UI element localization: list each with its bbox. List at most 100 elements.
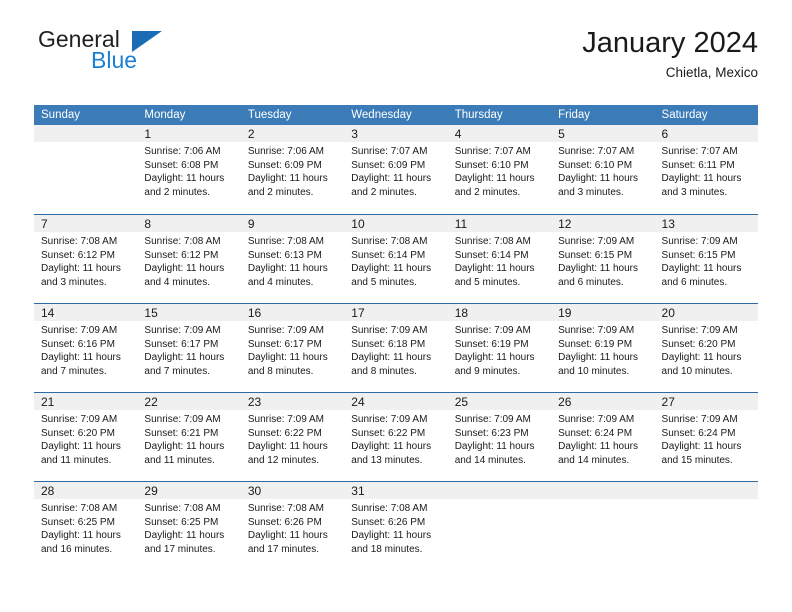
calendar-day-cell[interactable]: 31 Sunrise: 7:08 AM Sunset: 6:26 PM Dayligh… <box>344 482 448 570</box>
calendar-day-cell[interactable]: 18 Sunrise: 7:09 AM Sunset: 6:19 PM Dayligh… <box>447 304 552 392</box>
day-number: 10 <box>351 217 365 231</box>
calendar-day-cell[interactable]: 30 Sunrise: 7:08 AM Sunset: 6:26 PM Dayligh… <box>240 482 345 570</box>
daylight-text: Daylight: 11 hours and 10 minutes. <box>558 352 638 377</box>
day-details: Sunrise: 7:08 AM Sunset: 6:25 PM Daylight:… <box>137 499 240 556</box>
calendar-day-cell[interactable]: 28 Sunrise: 7:08 AM Sunset: 6:25 PM Dayligh… <box>34 482 138 570</box>
sunrise-text: Sunrise: 7:09 AM <box>558 414 635 425</box>
day-details: Sunrise: 7:06 AM Sunset: 6:08 PM Daylight:… <box>137 142 240 199</box>
calendar-day-cell[interactable]: 8 Sunrise: 7:08 AM Sunset: 6:12 PM Daylight… <box>137 215 241 303</box>
sunset-text: Sunset: 6:25 PM <box>41 516 115 528</box>
sunrise-text: Sunrise: 7:09 AM <box>351 325 428 336</box>
day-details: Sunrise: 7:09 AM Sunset: 6:23 PM Daylight:… <box>448 410 551 467</box>
sunset-text: Sunset: 6:15 PM <box>558 249 633 261</box>
calendar-day-cell[interactable]: 3 Sunrise: 7:07 AM Sunset: 6:09 PM Daylight… <box>344 125 448 214</box>
calendar-day-cell[interactable]: 20 Sunrise: 7:09 AM Sunset: 6:20 PM Dayligh… <box>654 304 758 392</box>
calendar-day-cell[interactable]: 17 Sunrise: 7:09 AM Sunset: 6:18 PM Dayligh… <box>344 304 448 392</box>
calendar-day-cell[interactable]: 25 Sunrise: 7:09 AM Sunset: 6:23 PM Dayligh… <box>447 393 552 481</box>
calendar-day-cell[interactable]: 2 Sunrise: 7:06 AM Sunset: 6:09 PM Daylight… <box>240 125 345 214</box>
sunset-text: Sunset: 6:20 PM <box>41 427 115 439</box>
sunrise-text: Sunrise: 7:09 AM <box>41 414 118 425</box>
day-details: Sunrise: 7:06 AM Sunset: 6:09 PM Daylight:… <box>241 142 344 199</box>
day-details: Sunrise: 7:09 AM Sunset: 6:18 PM Daylight:… <box>344 321 447 378</box>
sunset-text: Sunset: 6:14 PM <box>351 249 426 261</box>
day-number: 28 <box>41 484 55 498</box>
calendar-day-cell[interactable]: 10 Sunrise: 7:08 AM Sunset: 6:14 PM Dayligh… <box>344 215 448 303</box>
general-blue-logo[interactable]: General Blue <box>34 26 294 86</box>
calendar-grid: Sunday Monday Tuesday Wednesday Thursday Frid… <box>34 105 758 570</box>
calendar-day-cell[interactable]: 23 Sunrise: 7:09 AM Sunset: 6:22 PM Dayligh… <box>240 393 345 481</box>
calendar-day-cell[interactable]: 26 Sunrise: 7:09 AM Sunset: 6:24 PM Dayligh… <box>551 393 655 481</box>
sunset-text: Sunset: 6:26 PM <box>351 516 426 528</box>
sunset-text: Sunset: 6:24 PM <box>661 427 736 439</box>
calendar-day-cell[interactable]: 9 Sunrise: 7:08 AM Sunset: 6:13 PM Daylight… <box>240 215 345 303</box>
title-block: January 2024 Chietla, Mexico <box>582 26 758 83</box>
sunrise-text: Sunrise: 7:08 AM <box>41 236 118 247</box>
calendar-day-cell[interactable]: 16 Sunrise: 7:09 AM Sunset: 6:17 PM Dayligh… <box>240 304 345 392</box>
weekday-header-monday: Monday <box>144 109 186 121</box>
sunset-text: Sunset: 6:24 PM <box>558 427 633 439</box>
day-number-band <box>447 482 552 499</box>
calendar-day-cell[interactable]: 11 Sunrise: 7:08 AM Sunset: 6:14 PM Dayligh… <box>447 215 552 303</box>
day-number: 26 <box>558 395 572 409</box>
daylight-text: Daylight: 11 hours and 9 minutes. <box>454 352 535 377</box>
sunset-text: Sunset: 6:25 PM <box>144 516 219 528</box>
daylight-text: Daylight: 11 hours and 2 minutes. <box>247 173 328 198</box>
day-details: Sunrise: 7:09 AM Sunset: 6:22 PM Daylight:… <box>241 410 344 467</box>
daylight-text: Daylight: 11 hours and 6 minutes. <box>661 263 742 288</box>
daylight-text: Daylight: 11 hours and 8 minutes. <box>351 352 432 377</box>
day-details: Sunrise: 7:09 AM Sunset: 6:22 PM Daylight:… <box>344 410 447 467</box>
daylight-text: Daylight: 11 hours and 7 minutes. <box>41 352 121 377</box>
day-number-band: 20 <box>654 304 758 321</box>
calendar-day-cell[interactable]: 29 Sunrise: 7:08 AM Sunset: 6:25 PM Dayligh… <box>137 482 241 570</box>
day-number: 9 <box>247 217 255 231</box>
day-number-band: 16 <box>240 304 345 321</box>
day-number-band: 21 <box>34 393 138 410</box>
daylight-text: Daylight: 11 hours and 11 minutes. <box>41 441 121 466</box>
weekday-header-tuesday: Tuesday <box>247 109 292 121</box>
day-number-band: 22 <box>137 393 241 410</box>
day-number-band: 7 <box>34 215 138 232</box>
day-details: Sunrise: 7:08 AM Sunset: 6:12 PM Daylight:… <box>34 232 137 289</box>
calendar-day-cell[interactable]: 7 Sunrise: 7:08 AM Sunset: 6:12 PM Daylight… <box>34 215 138 303</box>
calendar-day-cell[interactable]: 13 Sunrise: 7:09 AM Sunset: 6:15 PM Dayligh… <box>654 215 758 303</box>
day-number: 16 <box>247 306 262 320</box>
sunrise-text: Sunrise: 7:08 AM <box>351 236 428 247</box>
day-number: 31 <box>351 484 365 498</box>
day-number: 21 <box>41 395 55 409</box>
calendar-day-cell[interactable]: 4 Sunrise: 7:07 AM Sunset: 6:10 PM Daylight… <box>447 125 552 214</box>
day-number: 7 <box>41 217 48 231</box>
weekday-header-thursday: Thursday <box>454 109 503 121</box>
calendar-day-cell-empty <box>551 482 655 570</box>
day-details: Sunrise: 7:09 AM Sunset: 6:15 PM Daylight:… <box>551 232 654 289</box>
sunrise-text: Sunrise: 7:06 AM <box>144 146 221 157</box>
daylight-text: Daylight: 11 hours and 2 minutes. <box>351 173 432 198</box>
day-number-band: 5 <box>551 125 655 142</box>
calendar-day-cell-empty <box>447 482 552 570</box>
daylight-text: Daylight: 11 hours and 10 minutes. <box>661 352 742 377</box>
calendar-day-cell[interactable]: 19 Sunrise: 7:09 AM Sunset: 6:19 PM Dayligh… <box>551 304 655 392</box>
daylight-text: Daylight: 11 hours and 2 minutes. <box>144 173 225 198</box>
day-number: 18 <box>454 306 469 320</box>
calendar-day-cell[interactable]: 15 Sunrise: 7:09 AM Sunset: 6:17 PM Dayligh… <box>137 304 241 392</box>
sunrise-text: Sunrise: 7:09 AM <box>558 325 635 336</box>
day-number: 6 <box>661 127 669 141</box>
day-number: 17 <box>351 306 365 320</box>
calendar-day-cell[interactable]: 6 Sunrise: 7:07 AM Sunset: 6:11 PM Daylight… <box>654 125 758 214</box>
day-number-band <box>654 482 758 499</box>
sunset-text: Sunset: 6:11 PM <box>661 159 735 171</box>
calendar-day-cell[interactable]: 27 Sunrise: 7:09 AM Sunset: 6:24 PM Dayligh… <box>654 393 758 481</box>
day-number: 1 <box>144 127 152 141</box>
calendar-day-cell[interactable]: 21 Sunrise: 7:09 AM Sunset: 6:20 PM Dayligh… <box>34 393 138 481</box>
calendar-day-cell[interactable]: 1 Sunrise: 7:06 AM Sunset: 6:08 PM Daylight… <box>137 125 241 214</box>
day-number: 4 <box>454 127 462 141</box>
calendar-day-cell[interactable]: 24 Sunrise: 7:09 AM Sunset: 6:22 PM Dayligh… <box>344 393 448 481</box>
sunrise-text: Sunrise: 7:08 AM <box>454 236 531 247</box>
sunset-text: Sunset: 6:23 PM <box>454 427 529 439</box>
page-header: General Blue January 2024 Chietla, Mexic… <box>34 26 758 94</box>
calendar-day-cell[interactable]: 5 Sunrise: 7:07 AM Sunset: 6:10 PM Daylight… <box>551 125 655 214</box>
calendar-day-cell[interactable]: 14 Sunrise: 7:09 AM Sunset: 6:16 PM Dayligh… <box>34 304 138 392</box>
day-number-band: 31 <box>344 482 448 499</box>
day-number: 5 <box>558 127 565 141</box>
calendar-day-cell[interactable]: 22 Sunrise: 7:09 AM Sunset: 6:21 PM Dayligh… <box>137 393 241 481</box>
calendar-day-cell[interactable]: 12 Sunrise: 7:09 AM Sunset: 6:15 PM Dayligh… <box>551 215 655 303</box>
